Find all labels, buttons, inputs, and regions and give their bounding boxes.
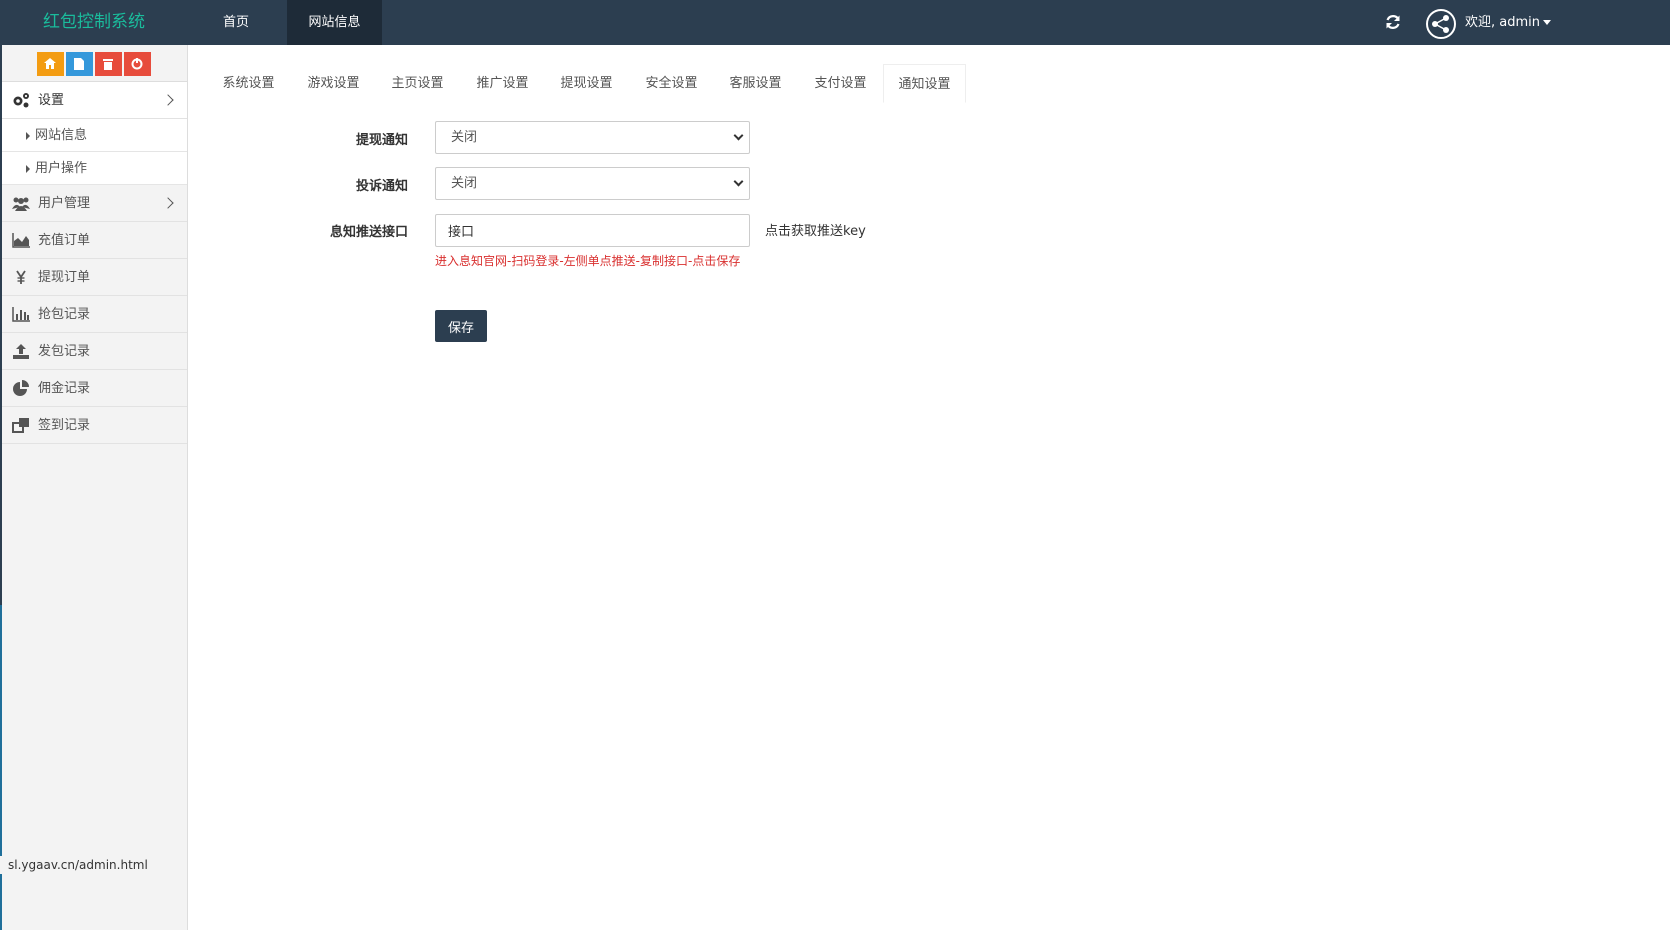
menu-send-records[interactable]: 发包记录 bbox=[0, 333, 187, 370]
welcome-text: 欢迎, admin bbox=[1465, 15, 1540, 30]
file-icon[interactable] bbox=[65, 52, 93, 76]
menu-label: 发包记录 bbox=[38, 344, 91, 359]
status-url: sl.ygaav.cn/admin.html bbox=[0, 856, 156, 874]
submenu-label: 用户操作 bbox=[35, 161, 88, 176]
select-value: 关闭 bbox=[451, 176, 478, 191]
menu-recharge-orders[interactable]: 充值订单 bbox=[0, 222, 187, 259]
menu-commission-records[interactable]: 佣金记录 bbox=[0, 370, 187, 407]
sidebar-edge bbox=[0, 45, 2, 605]
home-icon[interactable] bbox=[36, 52, 64, 76]
windows-icon bbox=[12, 418, 29, 433]
push-api-input[interactable] bbox=[435, 214, 750, 247]
submenu-site-info[interactable]: 网站信息 bbox=[0, 119, 187, 152]
top-navbar: 红包控制系统 首页 网站信息 欢迎, admin bbox=[0, 0, 1670, 45]
gears-icon bbox=[13, 93, 29, 108]
yen-icon bbox=[16, 270, 26, 284]
brand-title[interactable]: 红包控制系统 bbox=[0, 0, 188, 45]
avatar[interactable] bbox=[1426, 9, 1456, 39]
push-api-label: 息知推送接口 bbox=[329, 225, 408, 240]
tab-promo-settings[interactable]: 推广设置 bbox=[460, 64, 545, 103]
nav-home[interactable]: 首页 bbox=[188, 0, 284, 45]
menu-withdraw-orders[interactable]: 提现订单 bbox=[0, 259, 187, 296]
pie-chart-icon bbox=[13, 380, 29, 396]
push-api-hint: 进入息知官网-扫码登录-左侧单点推送-复制接口-点击保存 bbox=[435, 254, 741, 268]
chevron-down-icon bbox=[733, 130, 744, 141]
complaint-notice-label: 投诉通知 bbox=[355, 179, 408, 194]
recycle-icon[interactable] bbox=[123, 52, 151, 76]
tab-payment-settings[interactable]: 支付设置 bbox=[798, 64, 883, 103]
save-button[interactable]: 保存 bbox=[435, 310, 487, 342]
tab-service-settings[interactable]: 客服设置 bbox=[713, 64, 798, 103]
menu-grab-records[interactable]: 抢包记录 bbox=[0, 296, 187, 333]
caret-right-icon bbox=[26, 165, 30, 173]
tab-notice-settings[interactable]: 通知设置 bbox=[883, 64, 966, 103]
menu-label: 设置 bbox=[38, 93, 65, 108]
get-push-key-link[interactable]: 点击获取推送key bbox=[765, 220, 866, 239]
area-chart-icon bbox=[12, 233, 30, 248]
menu-label: 抢包记录 bbox=[38, 307, 91, 322]
select-value: 关闭 bbox=[451, 130, 478, 145]
submenu-user-ops[interactable]: 用户操作 bbox=[0, 152, 187, 185]
complaint-notice-select[interactable]: 关闭 bbox=[435, 167, 750, 200]
menu-label: 用户管理 bbox=[38, 196, 91, 211]
chevron-down-icon bbox=[733, 176, 744, 187]
shortcut-bar bbox=[0, 45, 187, 82]
caret-down-icon bbox=[1543, 20, 1551, 25]
user-menu[interactable]: 欢迎, admin bbox=[1465, 0, 1551, 45]
chevron-right-icon bbox=[162, 197, 174, 209]
nav-site-info[interactable]: 网站信息 bbox=[287, 0, 382, 45]
submenu-label: 网站信息 bbox=[35, 128, 88, 143]
menu-settings[interactable]: 设置 bbox=[0, 82, 187, 119]
menu-label: 签到记录 bbox=[38, 418, 91, 433]
caret-right-icon bbox=[26, 132, 30, 140]
sidebar-edge bbox=[0, 605, 2, 930]
chevron-right-icon bbox=[162, 94, 174, 106]
tab-withdraw-settings[interactable]: 提现设置 bbox=[544, 64, 629, 103]
bar-chart-icon bbox=[12, 307, 30, 322]
menu-label: 提现订单 bbox=[38, 270, 91, 285]
withdraw-notice-label: 提现通知 bbox=[355, 133, 408, 148]
menu-label: 充值订单 bbox=[38, 233, 91, 248]
sidebar: 设置 网站信息 用户操作 用户管理 充值订单 提现订单 抢包记录 发包记录 佣金… bbox=[0, 45, 188, 930]
withdraw-notice-select[interactable]: 关闭 bbox=[435, 121, 750, 154]
menu-user-management[interactable]: 用户管理 bbox=[0, 185, 187, 222]
trash-icon[interactable] bbox=[94, 52, 122, 76]
menu-signin-records[interactable]: 签到记录 bbox=[0, 407, 187, 444]
menu-label: 佣金记录 bbox=[38, 381, 91, 396]
users-icon bbox=[12, 197, 30, 211]
tab-security-settings[interactable]: 安全设置 bbox=[629, 64, 714, 103]
tab-game-settings[interactable]: 游戏设置 bbox=[291, 64, 376, 103]
tab-home-settings[interactable]: 主页设置 bbox=[375, 64, 460, 103]
tab-system-settings[interactable]: 系统设置 bbox=[206, 64, 291, 103]
upload-icon bbox=[13, 344, 29, 359]
refresh-icon[interactable] bbox=[1383, 12, 1403, 32]
